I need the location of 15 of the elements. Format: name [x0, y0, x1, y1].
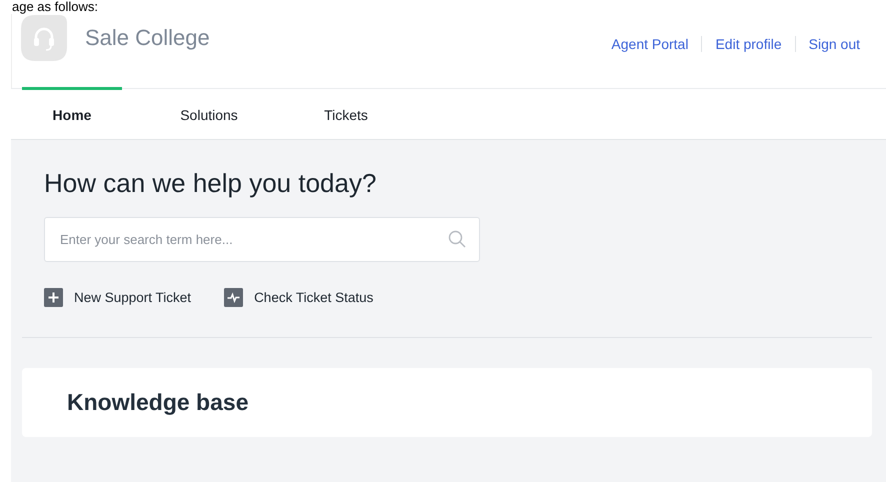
header-link[interactable]: Sign out: [808, 36, 860, 52]
pulse-icon: [224, 288, 244, 307]
search-icon: [448, 230, 466, 248]
document-text: age as follows:: [12, 0, 99, 14]
site-name: Sale College: [85, 25, 210, 51]
plus-icon: [44, 288, 63, 307]
nav-tab[interactable]: Tickets: [296, 87, 396, 139]
header-link[interactable]: Edit profile: [715, 36, 782, 52]
action-link[interactable]: Check Ticket Status: [224, 288, 374, 307]
section-heading: Knowledge base: [67, 389, 248, 416]
action-link[interactable]: New Support Ticket: [44, 288, 192, 307]
hero-heading: How can we help you today?: [44, 168, 378, 199]
search-field[interactable]: Enter your search term here...: [44, 217, 480, 262]
header-link[interactable]: Agent Portal: [611, 36, 688, 52]
nav-tab[interactable]: Solutions: [159, 87, 259, 139]
